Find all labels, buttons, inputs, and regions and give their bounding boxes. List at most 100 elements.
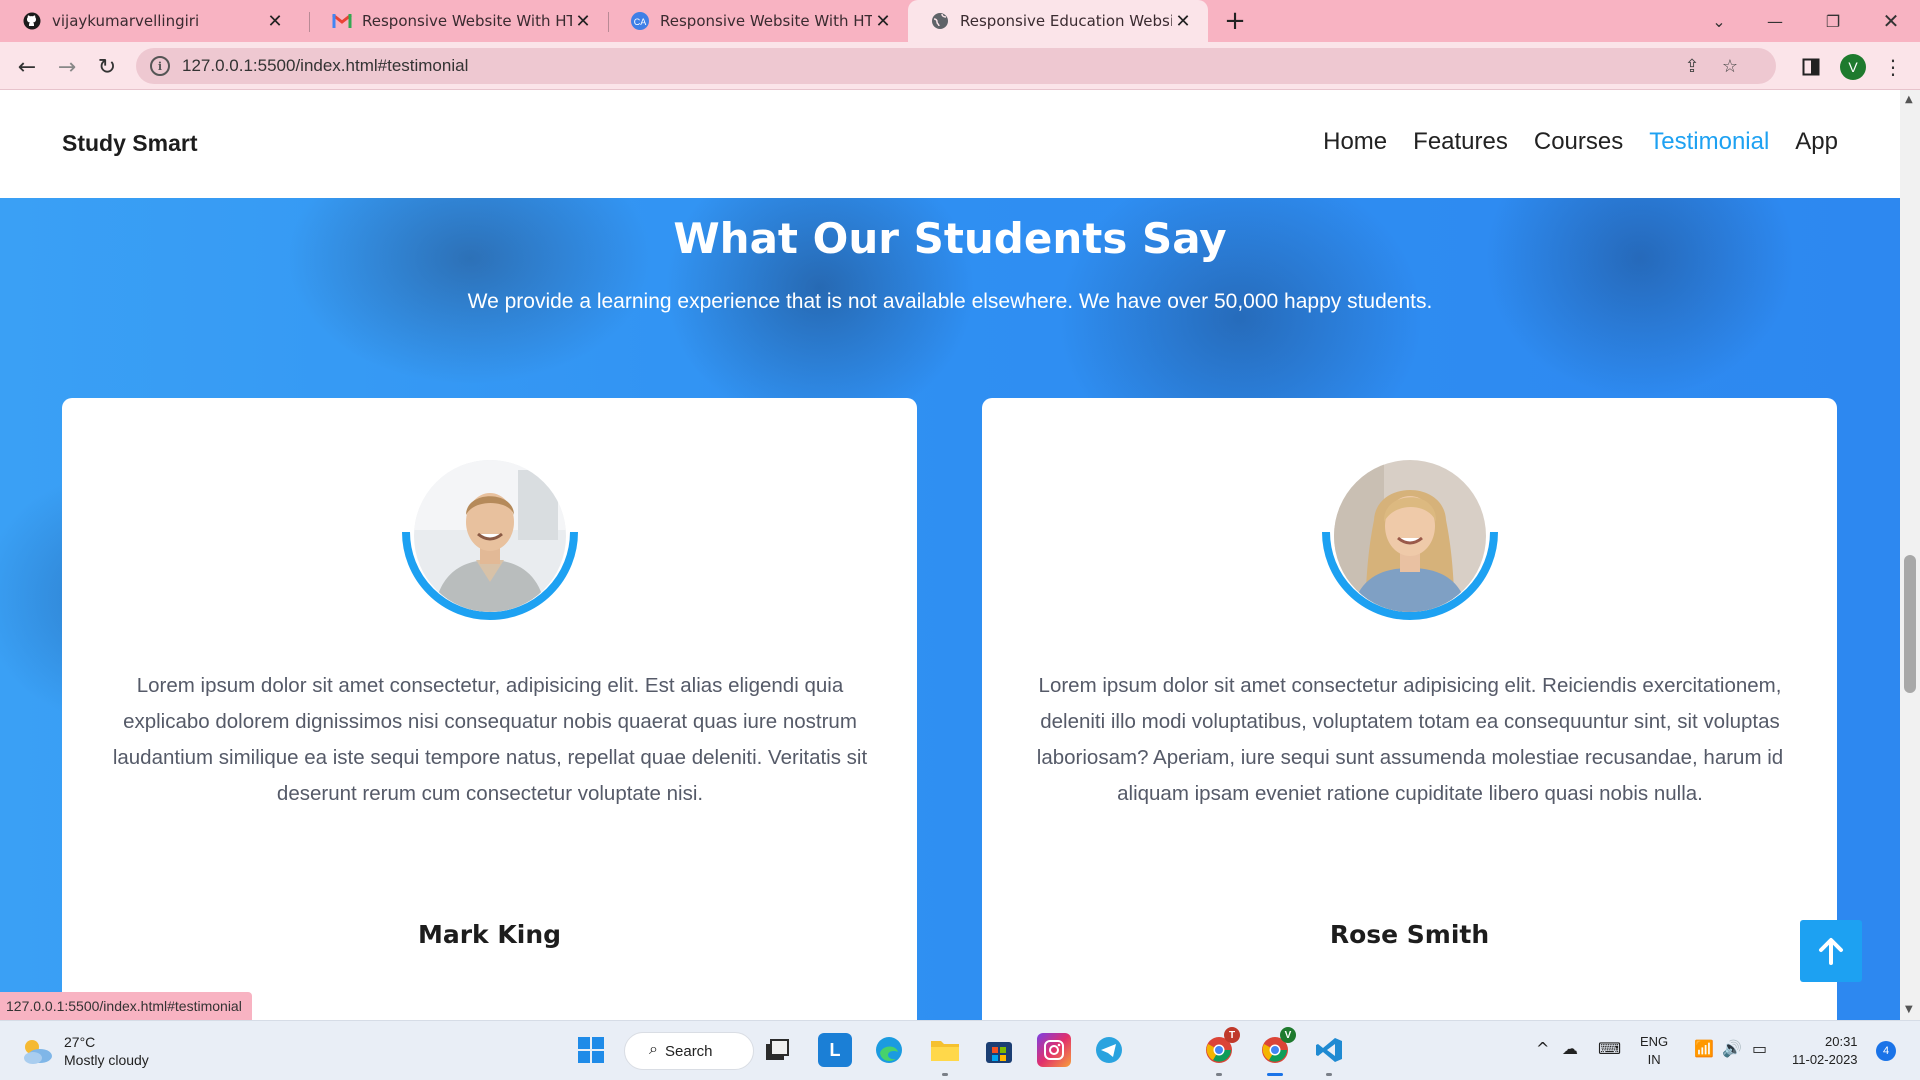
close-tab-icon[interactable]: ✕ bbox=[572, 10, 594, 32]
edge-browser-icon[interactable] bbox=[872, 1033, 906, 1067]
minimize-button[interactable]: — bbox=[1750, 0, 1800, 42]
close-tab-icon[interactable]: ✕ bbox=[1172, 10, 1194, 32]
arrow-up-icon bbox=[1819, 938, 1843, 965]
tab-education-website[interactable]: Responsive Education Website ✕ bbox=[908, 0, 1208, 42]
close-tab-icon[interactable]: ✕ bbox=[872, 10, 894, 32]
volume-icon[interactable]: 🔊 bbox=[1722, 1039, 1742, 1058]
active-indicator bbox=[1267, 1073, 1283, 1076]
nav-app[interactable]: App bbox=[1795, 128, 1838, 156]
github-icon bbox=[22, 11, 42, 31]
browser-tab-bar: vijaykumarvellingiri ✕ Responsive Websit… bbox=[0, 0, 1920, 42]
menu-kebab-icon[interactable]: ⋮ bbox=[1876, 50, 1910, 84]
student-photo bbox=[402, 456, 578, 622]
testimonial-section: What Our Students Say We provide a learn… bbox=[0, 198, 1900, 1020]
gmail-icon bbox=[332, 11, 352, 31]
chevron-up-icon[interactable]: ^ bbox=[1536, 1039, 1549, 1058]
scroll-down-arrow-icon[interactable]: ▼ bbox=[1905, 1004, 1913, 1015]
browser-toolbar: ← → ↻ i 127.0.0.1:5500/index.html#testim… bbox=[0, 42, 1920, 90]
tab-github[interactable]: vijaykumarvellingiri ✕ bbox=[0, 0, 300, 42]
section-title: What Our Students Say bbox=[673, 214, 1227, 263]
taskbar-search[interactable]: ⌕ Search bbox=[624, 1032, 754, 1070]
close-tab-icon[interactable]: ✕ bbox=[264, 10, 286, 32]
tab-label: vijaykumarvellingiri bbox=[52, 12, 200, 30]
nav-home[interactable]: Home bbox=[1323, 128, 1387, 156]
weather-description: Mostly cloudy bbox=[64, 1052, 149, 1068]
cloudy-weather-icon bbox=[24, 1040, 52, 1064]
running-indicator bbox=[1326, 1073, 1332, 1076]
testimonial-quote: Lorem ipsum dolor sit amet consectetur a… bbox=[1036, 674, 1784, 805]
site-header: Study Smart Home Features Courses Testim… bbox=[0, 90, 1900, 198]
scroll-up-arrow-icon[interactable]: ▲ bbox=[1905, 94, 1913, 105]
student-name: Rose Smith bbox=[1329, 920, 1490, 949]
tab-label: Responsive Website With HTML bbox=[362, 12, 572, 30]
site-nav: Home Features Courses Testimonial App bbox=[1323, 128, 1838, 156]
chrome-profile-v-icon[interactable]: V bbox=[1258, 1027, 1296, 1067]
forward-arrow-icon[interactable]: → bbox=[50, 50, 84, 84]
tab-label: Responsive Education Website bbox=[960, 12, 1172, 30]
side-panel-icon[interactable] bbox=[1794, 50, 1828, 84]
tab-search-chevron-icon[interactable]: ⌄ bbox=[1694, 0, 1744, 42]
tab-responsive-website[interactable]: CA Responsive Website With HTML ✕ bbox=[608, 0, 908, 42]
scroll-to-top-button[interactable] bbox=[1800, 920, 1862, 982]
nav-features[interactable]: Features bbox=[1413, 128, 1508, 156]
profile-badge: V bbox=[1280, 1027, 1296, 1043]
student-name: Mark King bbox=[417, 920, 562, 949]
running-indicator bbox=[1216, 1073, 1222, 1076]
wifi-icon[interactable]: 📶 bbox=[1694, 1039, 1714, 1058]
search-label: Search bbox=[665, 1042, 713, 1060]
search-icon: ⌕ bbox=[649, 1041, 658, 1058]
globe-icon bbox=[930, 11, 950, 31]
bookmark-star-icon[interactable]: ☆ bbox=[1718, 54, 1742, 78]
site-icon: CA bbox=[630, 11, 650, 31]
student-photo bbox=[1322, 456, 1498, 622]
address-url: 127.0.0.1:5500/index.html#testimonial bbox=[182, 56, 469, 75]
weather-temperature: 27°C bbox=[64, 1034, 96, 1050]
new-tab-button[interactable]: + bbox=[1220, 6, 1250, 36]
page-scrollbar[interactable]: ▲ ▼ bbox=[1900, 90, 1920, 1020]
scrollbar-thumb[interactable] bbox=[1904, 555, 1916, 693]
svg-text:CA: CA bbox=[634, 17, 647, 27]
section-subtitle: We provide a learning experience that is… bbox=[467, 290, 1433, 313]
share-icon[interactable]: ⇪ bbox=[1680, 54, 1704, 78]
system-clock[interactable]: 20:31 11-02-2023 bbox=[1792, 1033, 1858, 1069]
back-arrow-icon[interactable]: ← bbox=[10, 50, 44, 84]
link-status-bar: 127.0.0.1:5500/index.html#testimonial bbox=[0, 992, 252, 1020]
nav-testimonial[interactable]: Testimonial bbox=[1649, 128, 1769, 156]
profile-badge: T bbox=[1224, 1027, 1240, 1043]
onedrive-cloud-icon[interactable]: ☁ bbox=[1562, 1039, 1578, 1058]
nav-courses[interactable]: Courses bbox=[1534, 128, 1623, 156]
avatar bbox=[414, 460, 566, 612]
web-page: Study Smart Home Features Courses Testim… bbox=[0, 90, 1900, 1020]
chrome-profile-t-icon[interactable]: T bbox=[1202, 1027, 1240, 1067]
keyboard-icon[interactable]: ⌨ bbox=[1598, 1039, 1621, 1058]
address-bar[interactable]: i 127.0.0.1:5500/index.html#testimonial … bbox=[136, 48, 1776, 84]
reload-icon[interactable]: ↻ bbox=[90, 50, 124, 84]
battery-icon[interactable]: ▭ bbox=[1752, 1039, 1767, 1058]
notification-count-badge[interactable]: 4 bbox=[1876, 1041, 1896, 1061]
telegram-icon[interactable] bbox=[1092, 1033, 1126, 1067]
instagram-icon[interactable] bbox=[1037, 1033, 1071, 1067]
vscode-icon[interactable] bbox=[1312, 1033, 1346, 1067]
testimonial-card: Lorem ipsum dolor sit amet consectetur, … bbox=[62, 398, 917, 1020]
l-app-icon[interactable]: L bbox=[818, 1033, 852, 1067]
testimonial-quote: Lorem ipsum dolor sit amet consectetur, … bbox=[112, 674, 868, 805]
tab-gmail[interactable]: Responsive Website With HTML ✕ bbox=[310, 0, 608, 42]
windows-taskbar: 27°C Mostly cloudy ⌕ Search L T V ^ ☁ ⌨ … bbox=[0, 1020, 1920, 1080]
profile-avatar[interactable]: V bbox=[1836, 50, 1870, 84]
avatar bbox=[1334, 460, 1486, 612]
input-language[interactable]: ENG IN bbox=[1640, 1033, 1668, 1069]
file-explorer-icon[interactable] bbox=[928, 1033, 962, 1067]
restore-button[interactable]: ❐ bbox=[1808, 0, 1858, 42]
clock-date: 11-02-2023 bbox=[1792, 1052, 1858, 1067]
microsoft-store-icon[interactable] bbox=[982, 1033, 1016, 1067]
site-info-icon[interactable]: i bbox=[150, 56, 170, 76]
tab-label: Responsive Website With HTML bbox=[660, 12, 872, 30]
close-window-button[interactable]: ✕ bbox=[1866, 0, 1916, 42]
testimonial-card: Lorem ipsum dolor sit amet consectetur a… bbox=[982, 398, 1837, 1020]
windows-start-icon[interactable] bbox=[574, 1033, 608, 1067]
running-indicator bbox=[942, 1073, 948, 1076]
task-view-icon[interactable] bbox=[760, 1033, 794, 1067]
weather-widget[interactable]: 27°C Mostly cloudy bbox=[20, 1033, 149, 1069]
clock-time: 20:31 bbox=[1825, 1034, 1858, 1049]
site-brand[interactable]: Study Smart bbox=[62, 130, 197, 157]
